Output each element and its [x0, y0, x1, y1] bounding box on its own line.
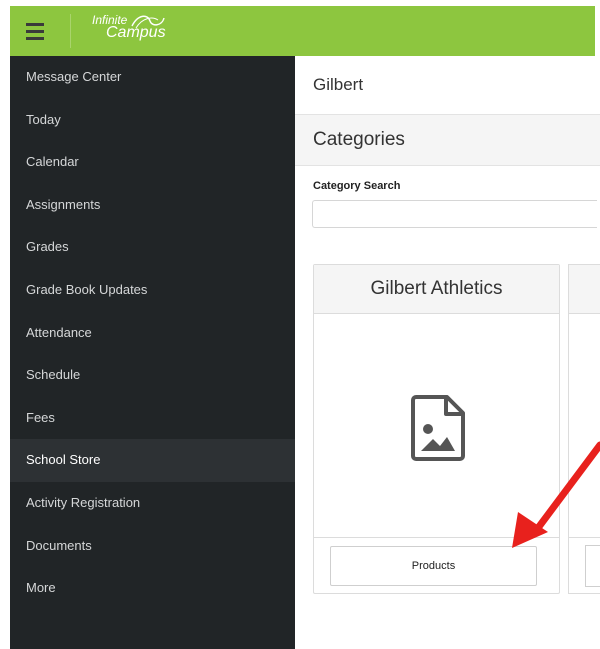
card-footer-partial: [569, 537, 600, 538]
sidebar-item-schedule[interactable]: Schedule: [10, 354, 295, 397]
card-title: Gilbert Athletics: [314, 265, 559, 314]
infinite-campus-logo[interactable]: Infinite Campus: [92, 14, 166, 41]
section-title: Categories: [313, 129, 405, 150]
category-card: Gilbert Athletics Products: [313, 264, 560, 594]
category-search-input[interactable]: [312, 200, 597, 228]
category-card-partial: [568, 264, 600, 594]
sidebar-item-grades[interactable]: Grades: [10, 226, 295, 269]
top-bar: Infinite Campus: [10, 6, 595, 56]
image-placeholder-icon: [411, 395, 465, 461]
sidebar-item-attendance[interactable]: Attendance: [10, 312, 295, 355]
search-label: Category Search: [313, 180, 401, 192]
products-button[interactable]: Products: [330, 546, 537, 586]
menu-icon[interactable]: [10, 6, 60, 56]
sidebar-item-activity-registration[interactable]: Activity Registration: [10, 482, 295, 525]
logo-swoosh-icon: [131, 15, 165, 29]
products-button-partial[interactable]: [585, 545, 600, 587]
sidebar-item-documents[interactable]: Documents: [10, 525, 295, 568]
sidebar-item-grade-book-updates[interactable]: Grade Book Updates: [10, 269, 295, 312]
sidebar-item-fees[interactable]: Fees: [10, 397, 295, 440]
categories-header: Categories: [295, 114, 600, 166]
sidebar: Message Center Today Calendar Assignment…: [10, 56, 295, 649]
sidebar-item-more[interactable]: More: [10, 567, 295, 610]
card-footer: Products: [314, 537, 559, 594]
sidebar-item-calendar[interactable]: Calendar: [10, 141, 295, 184]
sidebar-item-today[interactable]: Today: [10, 99, 295, 142]
sidebar-item-assignments[interactable]: Assignments: [10, 184, 295, 227]
sidebar-item-school-store[interactable]: School Store: [10, 439, 295, 482]
main-content: Gilbert Categories Category Search Gilbe…: [295, 56, 600, 649]
page-title: Gilbert: [313, 75, 364, 94]
card-title-partial: [569, 265, 600, 314]
sidebar-item-message-center[interactable]: Message Center: [10, 56, 295, 99]
topbar-divider: [70, 14, 71, 48]
